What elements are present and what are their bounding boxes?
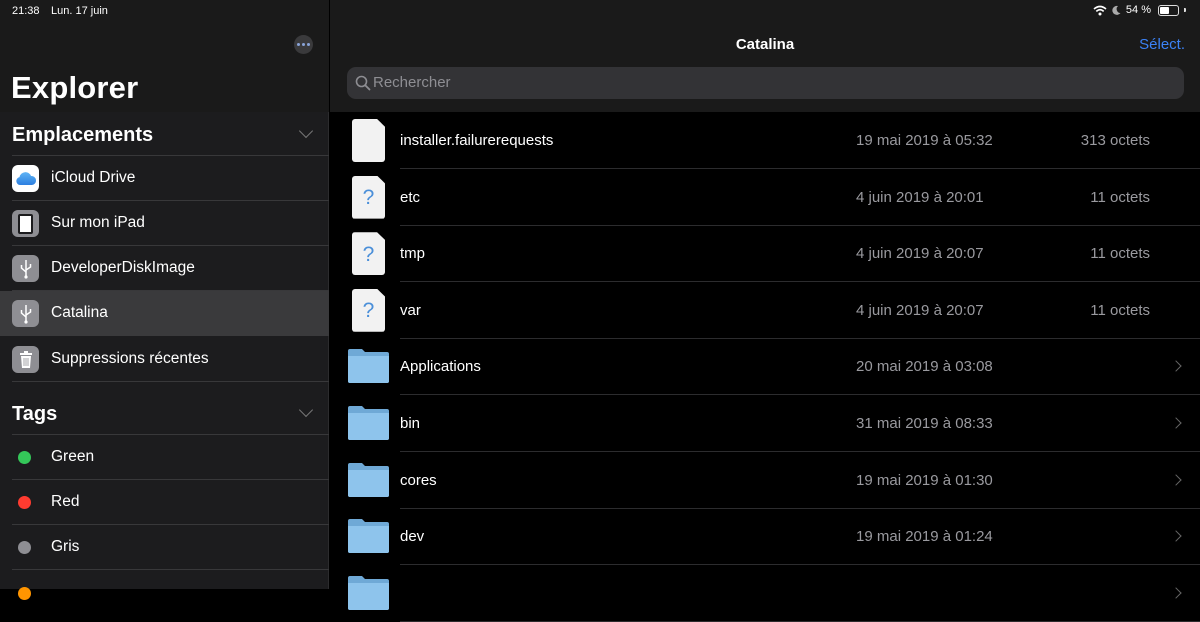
locations-section-header[interactable]: Emplacements <box>0 112 329 156</box>
document-icon <box>352 119 385 162</box>
sidebar-item-label: iCloud Drive <box>51 169 136 186</box>
file-row[interactable]: ? etc 4 juin 2019 à 20:01 11 octets <box>330 169 1200 226</box>
file-browser: Catalina Sélect. Rechercher installer.fa… <box>330 0 1200 622</box>
file-name: var <box>400 301 421 319</box>
status-time: 21:38 <box>12 5 40 17</box>
folder-icon <box>348 406 389 440</box>
folder-icon <box>348 349 389 384</box>
tag-dot <box>18 496 31 509</box>
chevron-down-icon[interactable] <box>298 123 314 139</box>
sidebar-item-on-my-ipad[interactable]: Sur mon iPad <box>0 201 329 246</box>
status-date: Lun. 17 juin <box>51 5 108 17</box>
moon-icon <box>1112 5 1121 15</box>
file-date: 20 mai 2019 à 03:08 <box>856 358 993 376</box>
locations-title: Emplacements <box>12 124 154 146</box>
battery-tip <box>1184 8 1186 12</box>
tag-label: Gris <box>51 538 80 555</box>
file-date: 4 juin 2019 à 20:07 <box>856 301 984 319</box>
sidebar-title: Explorer <box>11 70 139 105</box>
chevron-right-icon <box>1170 473 1182 486</box>
file-size: 11 octets <box>1090 245 1150 263</box>
chevron-right-icon <box>1170 530 1182 542</box>
tag-label: Green <box>51 448 95 465</box>
file-name: bin <box>400 415 421 432</box>
ipad-icon <box>12 210 39 237</box>
sidebar-item-catalina[interactable]: Catalina <box>0 291 329 336</box>
file-size: 11 octets <box>1090 188 1150 206</box>
tag-dot <box>18 541 31 554</box>
folder-icon <box>348 575 389 610</box>
select-button[interactable]: Sélect. <box>1139 36 1185 53</box>
battery-percent: 54 % <box>1125 4 1151 16</box>
file-name: cores <box>400 471 437 489</box>
dot-icon <box>302 43 305 46</box>
file-date: 4 juin 2019 à 20:07 <box>856 245 984 263</box>
chevron-right-icon <box>1170 360 1182 373</box>
tags-title: Tags <box>12 403 58 425</box>
usb-icon <box>12 255 39 282</box>
trash-icon <box>12 346 39 373</box>
unknown-file-icon: ? <box>352 232 385 276</box>
sidebar-item-label: Sur mon iPad <box>51 214 145 231</box>
sidebar-tag-gris[interactable]: Gris <box>0 525 329 570</box>
file-row[interactable]: installer.failurerequests 19 mai 2019 à 0… <box>330 112 1200 169</box>
folder-row[interactable]: bin 31 mai 2019 à 08:33 <box>330 395 1200 452</box>
file-date: 31 mai 2019 à 08:33 <box>856 415 993 432</box>
search-placeholder: Rechercher <box>373 74 451 91</box>
battery-fill <box>1160 6 1170 14</box>
page-title: Catalina <box>735 36 795 53</box>
file-name: etc <box>400 188 421 206</box>
chevron-down-icon[interactable] <box>298 402 314 418</box>
sidebar-item-recently-deleted[interactable]: Suppressions récentes <box>0 337 329 382</box>
sidebar-item-label: DeveloperDiskImage <box>51 259 195 276</box>
sidebar-item-label: Catalina <box>51 304 108 321</box>
divider <box>12 569 329 570</box>
file-date: 4 juin 2019 à 20:01 <box>856 188 984 206</box>
file-row[interactable]: ? tmp 4 juin 2019 à 20:07 11 octets <box>330 225 1200 283</box>
dot-icon <box>297 43 300 46</box>
chevron-right-icon <box>1170 417 1182 429</box>
folder-icon <box>348 519 389 554</box>
more-options-button[interactable] <box>294 35 313 54</box>
unknown-file-icon: ? <box>352 288 385 332</box>
sidebar-tag-partial[interactable] <box>0 571 329 616</box>
file-size: 313 octets <box>1080 132 1150 149</box>
file-date: 19 mai 2019 à 05:32 <box>856 132 993 149</box>
file-name: Applications <box>400 358 481 376</box>
dot-icon <box>307 43 310 46</box>
tag-dot <box>18 451 31 464</box>
sidebar-item-developerdiskimage[interactable]: DeveloperDiskImage <box>0 246 329 291</box>
unknown-file-icon: ? <box>352 175 385 219</box>
file-date: 19 mai 2019 à 01:24 <box>856 528 993 546</box>
folder-row[interactable]: cores 19 mai 2019 à 01:30 <box>330 452 1200 509</box>
folder-row[interactable]: Applications 20 mai 2019 à 03:08 <box>330 338 1200 396</box>
folder-row[interactable] <box>330 565 1200 622</box>
sidebar: Explorer Emplacements iCloud Drive Sur m… <box>0 0 329 600</box>
sidebar-tag-green[interactable]: Green <box>0 435 329 480</box>
usb-icon <box>12 300 39 327</box>
wifi-icon <box>1093 5 1107 15</box>
file-name: tmp <box>400 245 426 263</box>
divider <box>12 381 329 382</box>
file-date: 19 mai 2019 à 01:30 <box>856 471 993 489</box>
tag-label: Red <box>51 493 80 510</box>
file-row[interactable]: ? var 4 juin 2019 à 20:07 11 octets <box>330 282 1200 339</box>
battery-icon <box>1158 4 1179 16</box>
search-icon <box>355 75 371 91</box>
sidebar-tag-red[interactable]: Red <box>0 480 329 525</box>
folder-icon <box>348 462 389 497</box>
folder-row[interactable]: dev 19 mai 2019 à 01:24 <box>330 508 1200 566</box>
status-bar: 21:38 Lun. 17 juin 54 % <box>0 0 1200 24</box>
status-right: 54 % <box>1093 4 1186 16</box>
sidebar-item-icloud-drive[interactable]: iCloud Drive <box>0 156 329 201</box>
tags-section-header[interactable]: Tags <box>0 391 329 435</box>
file-size: 11 octets <box>1090 301 1150 319</box>
file-name: installer.failurerequests <box>400 132 554 149</box>
sidebar-item-label: Suppressions récentes <box>51 350 209 367</box>
search-input[interactable]: Rechercher <box>347 67 1184 99</box>
icloud-icon <box>12 165 39 192</box>
file-name: dev <box>400 528 425 546</box>
